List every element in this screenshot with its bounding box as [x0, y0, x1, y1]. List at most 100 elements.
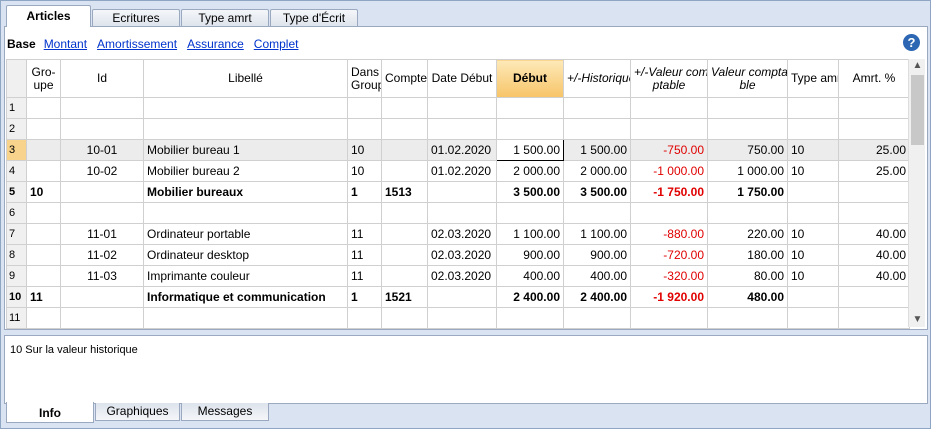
historique-cell[interactable]: [563, 97, 631, 119]
compte-cell[interactable]: [381, 160, 428, 182]
historique-cell[interactable]: [563, 118, 631, 140]
id-cell[interactable]: 11-02: [60, 244, 144, 266]
compte-cell[interactable]: [381, 97, 428, 119]
tab-graphiques[interactable]: Graphiques: [95, 403, 180, 421]
row-number[interactable]: 8: [6, 244, 27, 266]
type-amrt-cell[interactable]: 10: [787, 139, 839, 161]
amrt-pct-cell[interactable]: 25.00: [838, 139, 910, 161]
valeur-comptable-delta-cell[interactable]: [630, 202, 708, 224]
amrt-pct-cell[interactable]: 40.00: [838, 265, 910, 287]
debut-cell[interactable]: [496, 118, 564, 140]
dans-group-cell[interactable]: 10: [347, 139, 382, 161]
id-cell[interactable]: [60, 97, 144, 119]
groupe-cell[interactable]: [26, 307, 61, 329]
valeur-comptable-cell[interactable]: 180.00: [707, 244, 788, 266]
valeur-comptable-delta-cell[interactable]: -320.00: [630, 265, 708, 287]
dans-group-cell[interactable]: [347, 97, 382, 119]
compte-cell[interactable]: [381, 118, 428, 140]
groupe-cell[interactable]: [26, 118, 61, 140]
amrt-pct-cell[interactable]: 25.00: [838, 160, 910, 182]
scroll-down-icon[interactable]: ▼: [909, 313, 926, 327]
compte-cell[interactable]: [381, 202, 428, 224]
view-base[interactable]: Base: [7, 37, 36, 53]
table-row[interactable]: 6: [6, 202, 910, 224]
amrt-pct-cell[interactable]: 40.00: [838, 244, 910, 266]
id-cell[interactable]: 10-02: [60, 160, 144, 182]
row-number[interactable]: 6: [6, 202, 27, 224]
historique-cell[interactable]: 1 100.00: [563, 223, 631, 245]
valeur-comptable-cell[interactable]: [707, 202, 788, 224]
id-cell[interactable]: 10-01: [60, 139, 144, 161]
id-cell[interactable]: [60, 181, 144, 203]
libelle-header[interactable]: Libellé: [143, 59, 348, 98]
dans-group-cell[interactable]: 1: [347, 286, 382, 308]
debut-cell[interactable]: [496, 307, 564, 329]
view-amortissement[interactable]: Amortissement: [97, 37, 177, 53]
groupe-cell[interactable]: 11: [26, 286, 61, 308]
date-debut-cell[interactable]: [427, 118, 497, 140]
debut-cell[interactable]: [496, 202, 564, 224]
historique-header[interactable]: +/-Historique: [563, 59, 631, 98]
libelle-cell[interactable]: Mobilier bureau 1: [143, 139, 348, 161]
debut-cell[interactable]: 900.00: [496, 244, 564, 266]
valeur-comptable-delta-cell[interactable]: -720.00: [630, 244, 708, 266]
amrt-pct-header[interactable]: Amrt. %: [838, 59, 910, 98]
type-amrt-cell[interactable]: [787, 202, 839, 224]
compte-cell[interactable]: [381, 244, 428, 266]
valeur-comptable-delta-cell[interactable]: [630, 118, 708, 140]
amrt-pct-cell[interactable]: [838, 118, 910, 140]
row-number[interactable]: 9: [6, 265, 27, 287]
libelle-cell[interactable]: Mobilier bureaux: [143, 181, 348, 203]
id-cell[interactable]: [60, 286, 144, 308]
debut-header[interactable]: Début: [496, 59, 564, 98]
table-row[interactable]: 11: [6, 307, 910, 329]
dans-group-cell[interactable]: 10: [347, 160, 382, 182]
type-amrt-header[interactable]: Type amrt: [787, 59, 839, 98]
debut-cell[interactable]: [496, 97, 564, 119]
dans-group-cell[interactable]: [347, 307, 382, 329]
table-row[interactable]: 4 10-02 Mobilier bureau 2 10 01.02.2020 2 000…: [6, 160, 910, 182]
date-debut-header[interactable]: Date Début: [427, 59, 497, 98]
valeur-comptable-cell[interactable]: 480.00: [707, 286, 788, 308]
dans-group-cell[interactable]: 11: [347, 223, 382, 245]
groupe-cell[interactable]: [26, 244, 61, 266]
id-cell[interactable]: [60, 307, 144, 329]
valeur-comptable-cell[interactable]: 1 750.00: [707, 181, 788, 203]
date-debut-cell[interactable]: [427, 97, 497, 119]
dans-group-cell[interactable]: [347, 202, 382, 224]
libelle-cell[interactable]: Informatique et communication: [143, 286, 348, 308]
valeur-comptable-delta-cell[interactable]: [630, 97, 708, 119]
type-amrt-cell[interactable]: [787, 118, 839, 140]
groupe-cell[interactable]: [26, 139, 61, 161]
table-row[interactable]: 2: [6, 118, 910, 140]
amrt-pct-cell[interactable]: 40.00: [838, 223, 910, 245]
table-row[interactable]: 1: [6, 97, 910, 119]
table-row[interactable]: 9 11-03 Imprimante couleur 11 02.03.2020 400.…: [6, 265, 910, 287]
groupe-cell[interactable]: [26, 202, 61, 224]
type-amrt-cell[interactable]: 10: [787, 244, 839, 266]
valeur-comptable-cell[interactable]: [707, 118, 788, 140]
compte-cell[interactable]: [381, 139, 428, 161]
type-amrt-cell[interactable]: [787, 97, 839, 119]
groupe-cell[interactable]: [26, 265, 61, 287]
compte-cell[interactable]: 1513: [381, 181, 428, 203]
date-debut-cell[interactable]: 01.02.2020: [427, 160, 497, 182]
libelle-cell[interactable]: [143, 97, 348, 119]
date-debut-cell[interactable]: [427, 286, 497, 308]
row-number[interactable]: 10: [6, 286, 27, 308]
tab-type-amrt[interactable]: Type amrt: [181, 9, 269, 27]
valeur-comptable-cell[interactable]: 80.00: [707, 265, 788, 287]
libelle-cell[interactable]: Ordinateur portable: [143, 223, 348, 245]
libelle-cell[interactable]: Ordinateur desktop: [143, 244, 348, 266]
dans-group-header[interactable]: Dans Group: [347, 59, 382, 98]
view-montant[interactable]: Montant: [44, 37, 87, 53]
tab-type-ecrit[interactable]: Type d'Écrit: [270, 9, 358, 27]
valeur-comptable-delta-cell[interactable]: -880.00: [630, 223, 708, 245]
table-row[interactable]: 10 11 Informatique et communication 1 1521 2 …: [6, 286, 910, 308]
type-amrt-cell[interactable]: 10: [787, 223, 839, 245]
valeur-comptable-delta-cell[interactable]: -1 920.00: [630, 286, 708, 308]
view-assurance[interactable]: Assurance: [187, 37, 244, 53]
id-header[interactable]: Id: [60, 59, 144, 98]
dans-group-cell[interactable]: 11: [347, 265, 382, 287]
view-complet[interactable]: Complet: [254, 37, 299, 53]
